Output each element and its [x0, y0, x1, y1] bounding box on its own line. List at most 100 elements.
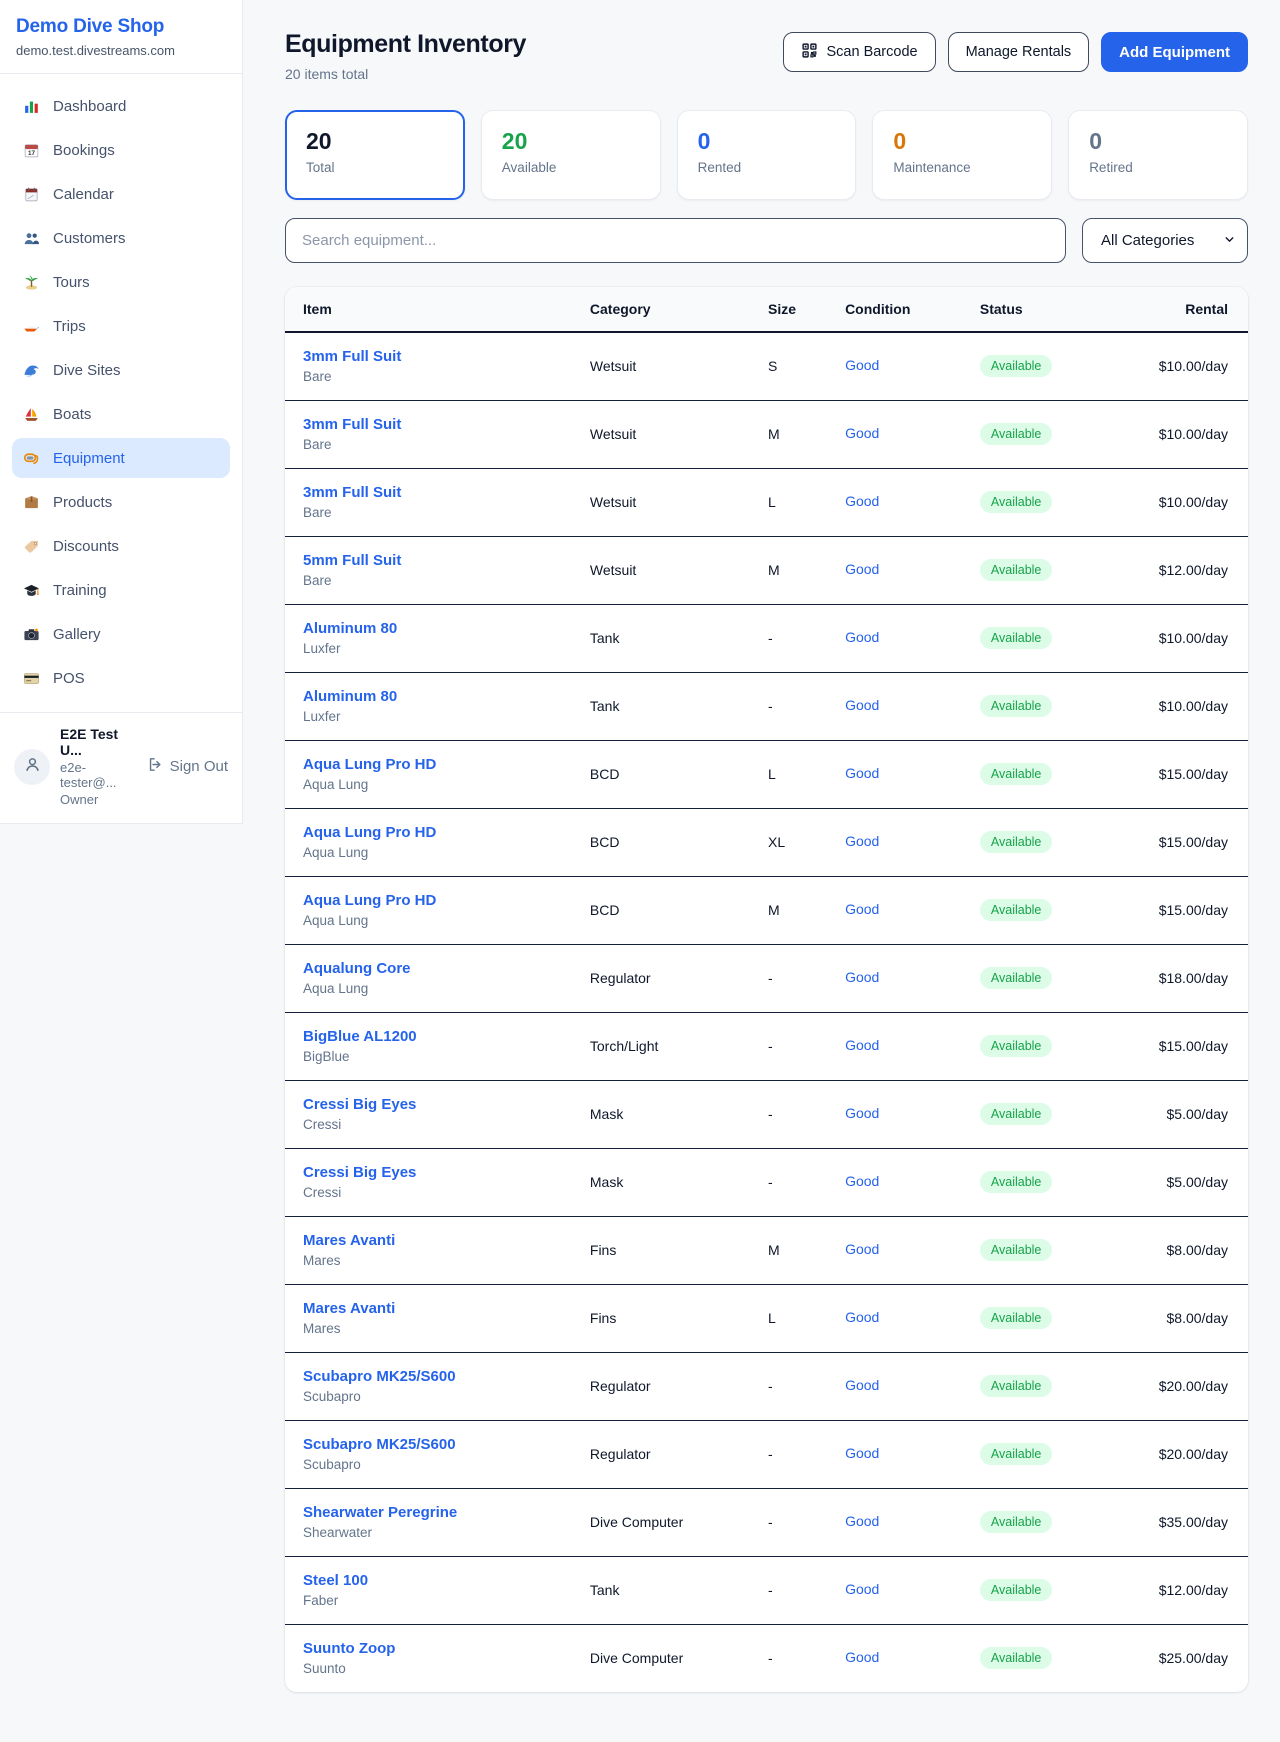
item-name-link[interactable]: Steel 100	[303, 1572, 558, 1589]
condition-link[interactable]: Good	[845, 833, 879, 849]
qr-scan-icon	[801, 42, 818, 63]
item-name-link[interactable]: 5mm Full Suit	[303, 552, 558, 569]
condition-link[interactable]: Good	[845, 629, 879, 645]
stat-card-retired[interactable]: 0 Retired	[1068, 110, 1248, 200]
category-select[interactable]: All Categories	[1082, 218, 1248, 263]
item-brand: Aqua Lung	[303, 913, 558, 928]
item-name-link[interactable]: Scubapro MK25/S600	[303, 1368, 558, 1385]
sidebar-item-label: Training	[53, 582, 107, 599]
condition-cell: Good	[829, 1352, 964, 1420]
item-name-link[interactable]: 3mm Full Suit	[303, 416, 558, 433]
sidebar-item-tours[interactable]: Tours	[12, 262, 230, 302]
sidebar-item-customers[interactable]: Customers	[12, 218, 230, 258]
status-badge: Available	[980, 967, 1053, 989]
table-header-row: Item Category Size Condition Status Rent…	[285, 287, 1248, 332]
sidebar-item-trips[interactable]: Trips	[12, 306, 230, 346]
condition-link[interactable]: Good	[845, 1173, 879, 1189]
category-cell: Regulator	[574, 1352, 752, 1420]
condition-link[interactable]: Good	[845, 697, 879, 713]
col-header-size: Size	[752, 287, 829, 332]
item-name-link[interactable]: Aluminum 80	[303, 620, 558, 637]
user-meta: E2E Test U... e2e-tester@... Owner	[60, 726, 137, 807]
stat-value: 0	[698, 128, 836, 155]
table-row: 3mm Full Suit Bare Wetsuit S Good Availa…	[285, 332, 1248, 400]
sidebar-item-dive-sites[interactable]: Dive Sites	[12, 350, 230, 390]
item-name-link[interactable]: Mares Avanti	[303, 1232, 558, 1249]
condition-link[interactable]: Good	[845, 493, 879, 509]
table-row: Suunto Zoop Suunto Dive Computer - Good …	[285, 1624, 1248, 1692]
status-badge: Available	[980, 491, 1053, 513]
item-cell: Aqua Lung Pro HD Aqua Lung	[285, 876, 574, 944]
item-name-link[interactable]: Aqualung Core	[303, 960, 558, 977]
add-equipment-button[interactable]: Add Equipment	[1101, 32, 1248, 72]
condition-link[interactable]: Good	[845, 1037, 879, 1053]
search-input[interactable]	[285, 218, 1066, 263]
item-name-link[interactable]: Aqua Lung Pro HD	[303, 892, 558, 909]
condition-link[interactable]: Good	[845, 561, 879, 577]
table-row: Aqualung Core Aqua Lung Regulator - Good…	[285, 944, 1248, 1012]
sidebar-item-boats[interactable]: Boats	[12, 394, 230, 434]
item-name-link[interactable]: Mares Avanti	[303, 1300, 558, 1317]
stat-card-available[interactable]: 20 Available	[481, 110, 661, 200]
condition-link[interactable]: Good	[845, 901, 879, 917]
shop-domain: demo.test.divestreams.com	[16, 43, 226, 58]
manage-rentals-button[interactable]: Manage Rentals	[948, 32, 1090, 72]
table-row: Cressi Big Eyes Cressi Mask - Good Avail…	[285, 1148, 1248, 1216]
item-name-link[interactable]: Cressi Big Eyes	[303, 1164, 558, 1181]
item-name-link[interactable]: 3mm Full Suit	[303, 484, 558, 501]
sidebar-item-label: Bookings	[53, 142, 115, 159]
item-name-link[interactable]: 3mm Full Suit	[303, 348, 558, 365]
item-name-link[interactable]: Suunto Zoop	[303, 1640, 558, 1657]
condition-cell: Good	[829, 1216, 964, 1284]
condition-link[interactable]: Good	[845, 357, 879, 373]
condition-link[interactable]: Good	[845, 1241, 879, 1257]
status-cell: Available	[964, 1352, 1118, 1420]
condition-link[interactable]: Good	[845, 1377, 879, 1393]
sidebar-item-bookings[interactable]: 17Bookings	[12, 130, 230, 170]
stat-card-total[interactable]: 20 Total	[285, 110, 465, 200]
item-name-link[interactable]: Shearwater Peregrine	[303, 1504, 558, 1521]
sailboat-icon	[22, 405, 41, 424]
condition-link[interactable]: Good	[845, 1649, 879, 1665]
stat-label: Rented	[698, 160, 836, 175]
sidebar-item-calendar[interactable]: Calendar	[12, 174, 230, 214]
sidebar-item-training[interactable]: Training	[12, 570, 230, 610]
item-cell: Scubapro MK25/S600 Scubapro	[285, 1352, 574, 1420]
user-role: Owner	[60, 792, 137, 807]
item-name-link[interactable]: Aqua Lung Pro HD	[303, 756, 558, 773]
calendar-icon	[22, 185, 41, 204]
stat-card-rented[interactable]: 0 Rented	[677, 110, 857, 200]
sidebar-item-dashboard[interactable]: Dashboard	[12, 86, 230, 126]
status-cell: Available	[964, 672, 1118, 740]
sidebar-item-gallery[interactable]: Gallery	[12, 614, 230, 654]
status-badge: Available	[980, 1307, 1053, 1329]
item-name-link[interactable]: Scubapro MK25/S600	[303, 1436, 558, 1453]
sidebar-item-discounts[interactable]: Discounts	[12, 526, 230, 566]
condition-link[interactable]: Good	[845, 1309, 879, 1325]
condition-link[interactable]: Good	[845, 765, 879, 781]
condition-link[interactable]: Good	[845, 1105, 879, 1121]
size-cell: -	[752, 1080, 829, 1148]
scan-barcode-button[interactable]: Scan Barcode	[783, 32, 935, 72]
condition-link[interactable]: Good	[845, 969, 879, 985]
col-header-category: Category	[574, 287, 752, 332]
stat-card-maintenance[interactable]: 0 Maintenance	[872, 110, 1052, 200]
sidebar-item-pos[interactable]: POS	[12, 658, 230, 698]
sidebar-item-products[interactable]: Products	[12, 482, 230, 522]
category-cell: BCD	[574, 876, 752, 944]
item-name-link[interactable]: Aluminum 80	[303, 688, 558, 705]
size-cell: -	[752, 944, 829, 1012]
condition-link[interactable]: Good	[845, 1445, 879, 1461]
table-row: Aqua Lung Pro HD Aqua Lung BCD M Good Av…	[285, 876, 1248, 944]
col-header-status: Status	[964, 287, 1118, 332]
item-name-link[interactable]: BigBlue AL1200	[303, 1028, 558, 1045]
sidebar-item-label: Dashboard	[53, 98, 126, 115]
category-cell: Mask	[574, 1148, 752, 1216]
sign-out-button[interactable]: Sign Out	[147, 756, 228, 777]
item-name-link[interactable]: Cressi Big Eyes	[303, 1096, 558, 1113]
item-name-link[interactable]: Aqua Lung Pro HD	[303, 824, 558, 841]
sidebar-item-equipment[interactable]: Equipment	[12, 438, 230, 478]
condition-link[interactable]: Good	[845, 1513, 879, 1529]
condition-link[interactable]: Good	[845, 1581, 879, 1597]
condition-link[interactable]: Good	[845, 425, 879, 441]
